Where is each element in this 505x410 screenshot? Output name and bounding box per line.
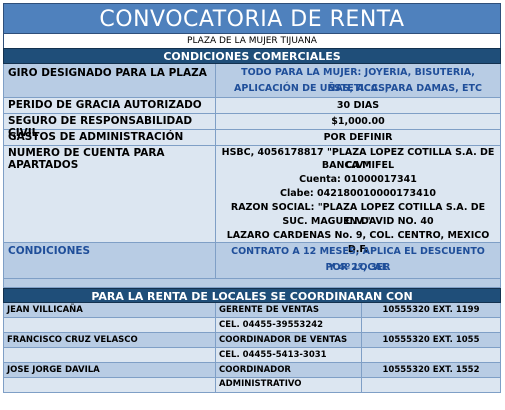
condition-label: GASTOS DE ADMINISTRACIÓN [4,130,216,146]
contact-row: FRANCISCO CRUZ VELASCO COORDINADOR DE VE… [3,333,501,348]
condition-value: CONTRATO A 12 MESES, APLICA EL DESCUENTO… [216,243,500,279]
contact-role [216,378,362,392]
rental-sheet: CONVOCATORIA DE RENTA PLAZA DE LA MUJER … [3,3,501,393]
condition-value: 30 DIAS [216,98,500,114]
contact-phone [362,318,500,332]
contact-phone [362,348,500,362]
condition-label: CONDICIONES [4,243,216,279]
condition-value: TODO PARA LA MUJER: JOYERIA, BISUTERIA, … [216,64,500,98]
contact-role: CEL. 04455-5413-3031 [216,348,362,362]
condition-value-line: TODO PARA LA MUJER: JOYERIA, BISUTERIA, … [241,67,475,94]
condition-value-line: 30 DIAS [336,100,380,111]
condition-value: POR DEFINIR [216,130,500,146]
contact-name: FRANCISCO CRUZ VELASCO [4,333,216,347]
condition-label: PERIDO DE GRACIA AUTORIZADO [4,98,216,114]
section-header-conditions: CONDICIONES COMERCIALES [3,48,501,64]
condition-label: GIRO DESIGNADO PARA LA PLAZA [4,64,216,98]
condition-value-line: APLICACIÓN DE UÑAS, ACC. PARA DAMAS, ETC [234,83,482,94]
condition-value-line: CONTRATO A 12 MESES, APLICA EL DESCUENTO… [231,246,485,273]
bank-account-line: Cuenta: 01000017341 [299,174,417,185]
bank-address-line: LAZARO CARDENAS No. 9, COL. CENTRO, MEXI… [226,230,490,255]
bank-name-line: BANCA MIFEL [321,160,395,171]
condition-row-terms: CONDICIONES CONTRATO A 12 MESES, APLICA … [3,243,501,279]
condition-row-insurance: SEGURO DE RESPONSABILIDAD CIVIL $1,000.0… [3,114,501,139]
section-header-contacts: PARA LA RENTA DE LOCALES SE COORDINARAN … [3,288,501,303]
bank-razon-social-line: RAZON SOCIAL: "PLAZA LOPEZ COTILLA S.A. … [230,202,486,227]
contact-phone: 10555320 EXT. 1055 [382,335,480,345]
contact-role: GERENTE DE VENTAS [216,303,362,317]
condition-value-line: $1,000.00 [331,116,385,127]
bank-clabe-line: Clabe: 042180010000173410 [280,188,436,199]
contact-name: JEAN VILLICAÑA [4,303,216,317]
condition-row-account: NUMERO DE CUENTA PARA APARTADOS HSBC, 40… [3,146,501,255]
spacer-row [3,279,501,288]
contact-phone: 10555320 EXT. 1552 [382,365,480,375]
contact-name [4,348,216,362]
bank-branch-line: SUC. MAGUEN DAVID NO. 40 [282,216,434,227]
condition-label: NUMERO DE CUENTA PARA APARTADOS [4,146,216,243]
contact-name [4,318,216,332]
contact-role: COORDINADOR ADMINISTRATIVO [216,363,362,389]
contact-row: CEL. 04455-39553242 [3,318,501,333]
condition-value: $1,000.00 [216,114,500,130]
contact-phone [362,378,500,392]
contact-role: COORDINADOR DE VENTAS [216,333,362,347]
contact-row [3,378,501,393]
contact-row: JEAN VILLICAÑA GERENTE DE VENTAS 1055532… [3,303,501,318]
condition-row-giro: GIRO DESIGNADO PARA LA PLAZA TODO PARA L… [3,64,501,98]
condition-row-grace: PERIDO DE GRACIA AUTORIZADO 30 DIAS [3,98,501,114]
condition-row-admin-fees: GASTOS DE ADMINISTRACIÓN POR DEFINIR [3,130,501,146]
plaza-subtitle: PLAZA DE LA MUJER TIJUANA [3,34,501,48]
condition-value-line: Y 4º LOCAL [328,262,388,273]
bank-hsbc-line: HSBC, 4056178817 "PLAZA LOPEZ COTILLA S.… [221,147,495,171]
contact-row: CEL. 04455-5413-3031 [3,348,501,363]
condition-value: HSBC, 4056178817 "PLAZA LOPEZ COTILLA S.… [216,146,500,255]
contact-name [4,378,216,392]
contacts-table: JEAN VILLICAÑA GERENTE DE VENTAS 1055532… [3,303,501,393]
contact-phone: 10555320 EXT. 1199 [382,305,480,315]
contact-role: CEL. 04455-39553242 [216,318,362,332]
contact-row: JOSE JORGE DAVILA COORDINADOR ADMINISTRA… [3,363,501,389]
page-title: CONVOCATORIA DE RENTA [3,3,501,34]
condition-value-line: POR DEFINIR [323,132,393,143]
contact-name: JOSE JORGE DAVILA [4,363,216,377]
condition-label: SEGURO DE RESPONSABILIDAD CIVIL [4,114,216,139]
